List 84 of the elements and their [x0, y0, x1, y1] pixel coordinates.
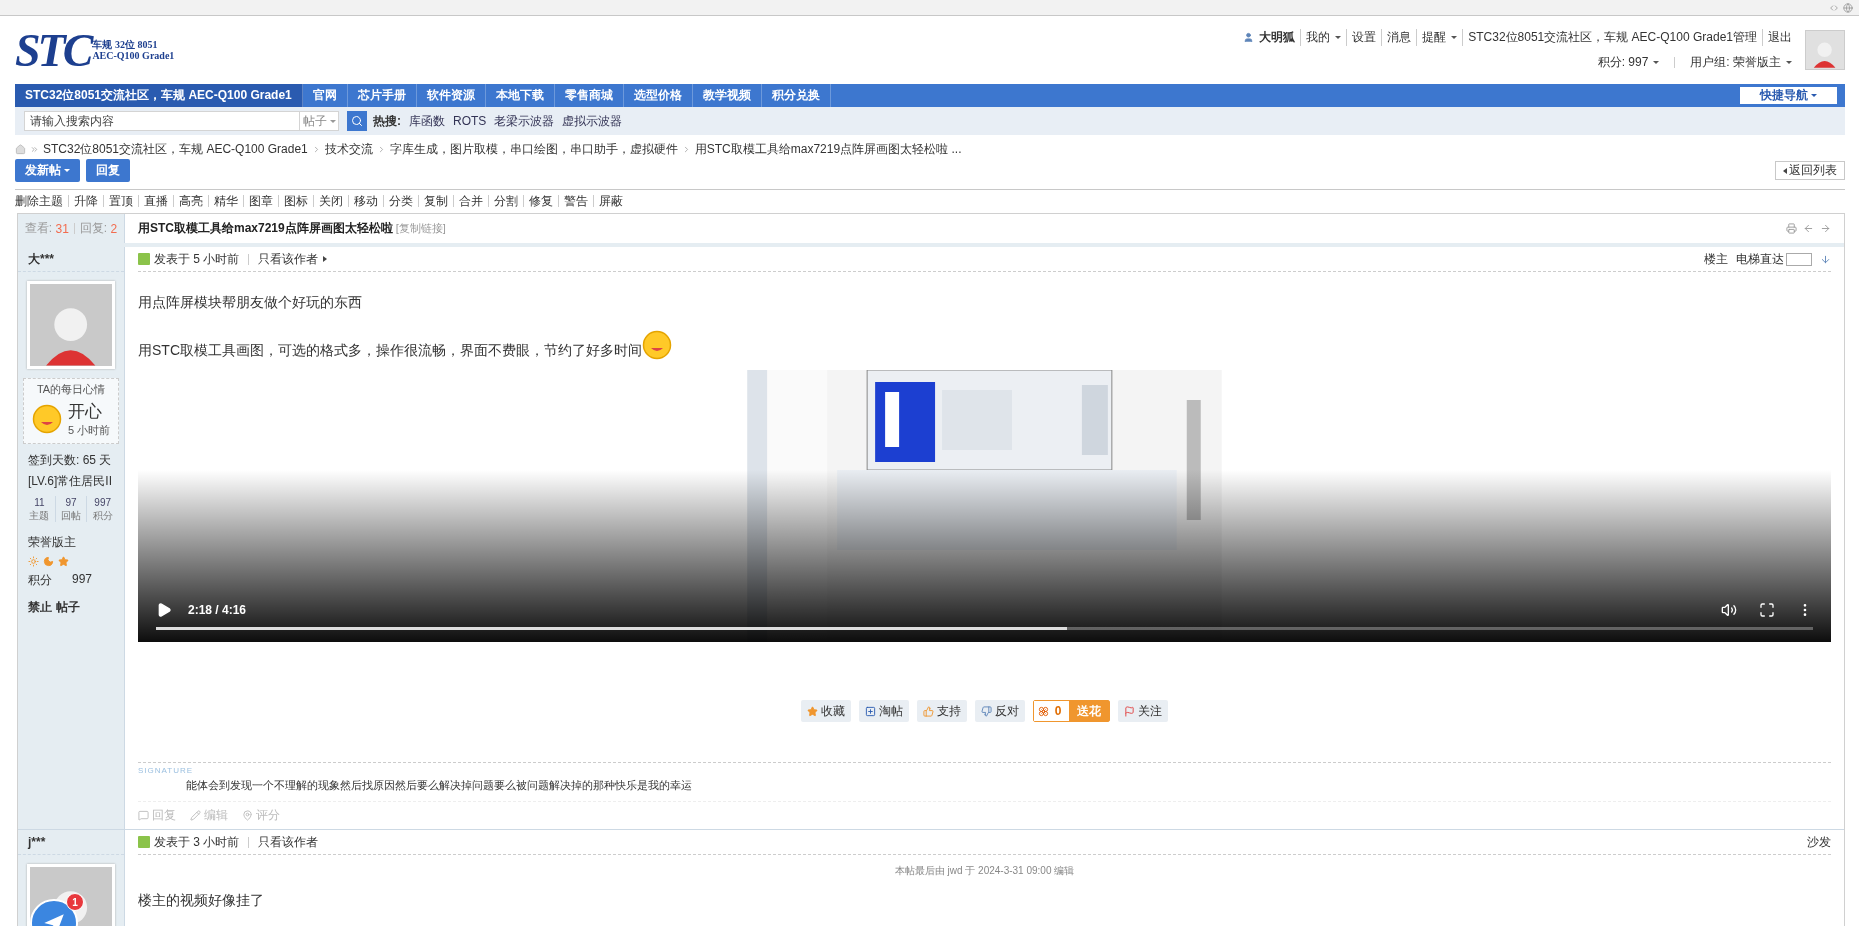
edit-note: 本帖最后由 jwd 于 2024-3-31 09:00 编辑	[893, 864, 1076, 878]
nav-tab[interactable]: STC32位8051交流社区，车规 AEC-Q100 Grade1	[15, 84, 303, 107]
mod-tool-link[interactable]: 警告	[558, 195, 593, 207]
mod-tool-link[interactable]: 直播	[138, 195, 173, 207]
author-only-link[interactable]: 只看该作者	[258, 250, 328, 268]
checkin-days: 签到天数: 65 天	[18, 444, 124, 469]
back-to-list-button[interactable]: 返回列表	[1775, 161, 1845, 180]
author-name[interactable]: 大***	[18, 247, 124, 272]
user-menu-link[interactable]: 退出	[1762, 29, 1797, 46]
hot-search-link[interactable]: 虚拟示波器	[562, 112, 623, 130]
signature-text: 能体会到发现一个不理解的现象然后找原因然后要么解决掉问题要么被问题解决掉的那种快乐是我的幸运	[185, 778, 693, 793]
breadcrumb-link[interactable]: STC32位8051交流社区，车规 AEC-Q100 Grade1	[43, 140, 308, 158]
credits-value: 997	[72, 572, 93, 588]
mod-tool-link[interactable]: 图章	[243, 195, 278, 207]
credits-label: 积分	[28, 572, 52, 589]
author-name[interactable]: j***	[18, 830, 124, 855]
stat-label: 回帖	[61, 509, 81, 522]
quick-nav-button[interactable]: 快捷导航	[1740, 87, 1837, 104]
admin-link[interactable]: 帖子	[56, 599, 80, 616]
jump-label: 电梯直达	[1736, 250, 1784, 268]
stat-value[interactable]: 11	[34, 496, 45, 509]
mod-tool-link[interactable]: 删除主题	[15, 195, 68, 207]
replies-label: 回复:	[79, 220, 108, 237]
user-group-link[interactable]: 用户组: 荣誉版主	[1685, 54, 1797, 71]
follow-button[interactable]: 关注	[1118, 700, 1169, 722]
user-level: [LV.6]常住居民II	[27, 473, 114, 490]
mod-tool-link[interactable]: 合并	[453, 195, 488, 207]
new-post-button[interactable]: 发新帖	[15, 159, 80, 182]
breadcrumb-link[interactable]: 用STC取模工具给max7219点阵屏画图太轻松啦 ...	[694, 140, 962, 158]
stat-label: 积分	[92, 509, 113, 522]
author-only-link[interactable]: 只看该作者	[258, 833, 319, 851]
signature-label: SIGNATURE	[138, 766, 195, 775]
stat-value[interactable]: 97	[65, 496, 77, 509]
user-menu-link[interactable]: 设置	[1346, 29, 1382, 46]
mod-tool-link[interactable]: 精华	[208, 195, 243, 207]
user-menu-link[interactable]: 提醒	[1416, 29, 1463, 46]
search-scope-select[interactable]: 帖子	[299, 111, 339, 131]
mod-tool-link[interactable]: 高亮	[173, 195, 208, 207]
views-count: 31	[55, 221, 69, 236]
breadcrumb-link[interactable]: 字库生成，图片取模，串口绘图，串口助手，虚拟硬件	[389, 140, 678, 158]
post-text: 楼主的视频好像挂了	[138, 892, 264, 910]
mood-heading: TA的每日心情	[36, 382, 106, 397]
mod-tool-link[interactable]: 分割	[488, 195, 523, 207]
mood-time: 5 小时前	[67, 423, 111, 438]
search-field[interactable]: 请输入搜索内容	[24, 111, 299, 131]
admin-link[interactable]: 禁止	[28, 599, 52, 616]
stat-label: 主题	[29, 509, 50, 522]
mod-tool-link[interactable]: 分类	[383, 195, 418, 207]
hot-search-link[interactable]: 老梁示波器	[494, 112, 555, 130]
reply-button[interactable]: 回复	[86, 159, 130, 182]
mod-tool-link[interactable]: 置顶	[103, 195, 138, 207]
mod-tool-link[interactable]: 复制	[418, 195, 453, 207]
views-label: 查看:	[24, 220, 53, 237]
post-time: 发表于 5 小时前	[154, 250, 240, 268]
action-button[interactable]: 反对	[974, 700, 1025, 722]
floor-label: 沙发	[1807, 833, 1831, 851]
hot-search-link[interactable]: 库函数	[409, 112, 445, 130]
user-menu-link[interactable]: 消息	[1381, 29, 1417, 46]
mood-text: 开心	[67, 401, 103, 423]
user-menu-link[interactable]: 我的	[1300, 29, 1347, 46]
mod-tool-link[interactable]: 移动	[348, 195, 383, 207]
post-time: 发表于 3 小时前	[154, 833, 240, 851]
mod-tool-link[interactable]: 升降	[68, 195, 103, 207]
hot-search-link[interactable]: ROTS	[453, 114, 487, 128]
replies-count: 2	[110, 221, 118, 236]
credits-link[interactable]: 积分: 997	[1592, 54, 1665, 71]
post-text: 用点阵屏模块帮朋友做个好玩的东西	[138, 294, 362, 312]
action-button[interactable]: 淘帖	[858, 700, 909, 722]
hot-search-label: 热搜:	[373, 112, 401, 130]
username-link[interactable]: 大明狐	[1254, 29, 1301, 46]
action-button[interactable]: 支持	[916, 700, 967, 722]
mod-tool-link[interactable]: 关闭	[313, 195, 348, 207]
post-text: 用STC取模工具画图，可选的格式多，操作很流畅，界面不费眼，节约了好多时间	[138, 342, 642, 360]
mod-tool-link[interactable]: 屏蔽	[593, 195, 628, 207]
action-button[interactable]: 收藏	[800, 700, 851, 722]
floor-label: 楼主	[1704, 250, 1728, 268]
mod-tool-link[interactable]: 修复	[523, 195, 558, 207]
stat-value[interactable]: 997	[94, 496, 111, 509]
user-rank: 荣誉版主	[27, 534, 77, 551]
mod-tool-link[interactable]: 图标	[278, 195, 313, 207]
video-time: 2:18 / 4:16	[188, 603, 247, 617]
breadcrumb-link[interactable]: 技术交流	[324, 140, 373, 158]
user-menu-link[interactable]: STC32位8051交流社区，车规 AEC-Q100 Grade1管理	[1462, 29, 1762, 46]
thread-title: 用STC取模工具给max7219点阵屏画图太轻松啦	[138, 220, 393, 237]
